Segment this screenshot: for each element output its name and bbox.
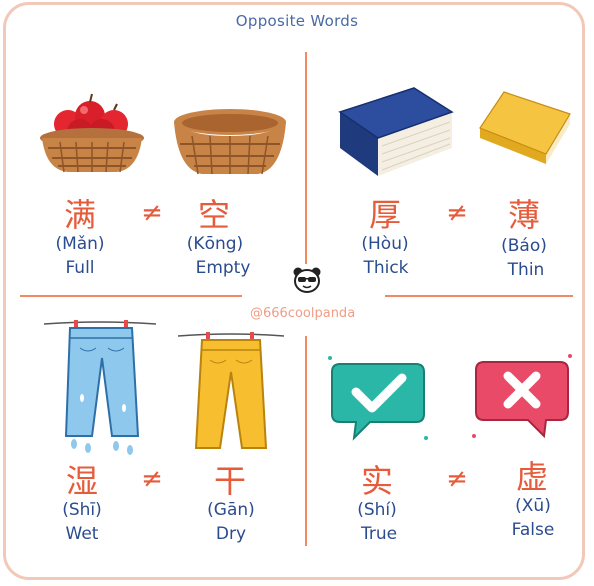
english-empty: Empty (195, 258, 251, 278)
pinyin-thick: (Hòu) (361, 234, 409, 254)
english-full: Full (65, 258, 95, 278)
pinyin-full: (Mǎn) (55, 234, 105, 254)
english-true: True (360, 524, 398, 544)
vertical-divider-bottom (305, 336, 307, 546)
english-dry: Dry (215, 524, 247, 544)
hanzi-thick: 厚 (368, 196, 401, 234)
pinyin-wet: (Shī) (62, 500, 102, 520)
cross-icon (472, 354, 572, 439)
hanzi-wet: 湿 (65, 462, 98, 500)
english-thin: Thin (507, 260, 545, 280)
dry-yellow-pants-image (177, 332, 285, 449)
pinyin-dry: (Gān) (207, 500, 255, 520)
hanzi-empty: 空 (197, 196, 230, 234)
basket-with-apples-image (40, 93, 144, 173)
english-thick: Thick (363, 258, 409, 278)
thin-yellow-book-image (479, 91, 571, 164)
wet-blue-jeans-image (43, 320, 157, 455)
not-equal-sign: ≠ (446, 198, 468, 228)
not-equal-sign: ≠ (141, 464, 163, 494)
page-title: Opposite Words (235, 12, 359, 30)
check-icon (328, 356, 428, 441)
pinyin-empty: (Kōng) (186, 234, 244, 254)
not-equal-sign: ≠ (446, 464, 468, 494)
english-wet: Wet (65, 524, 99, 544)
hanzi-true: 实 (360, 462, 393, 500)
hanzi-dry: 干 (213, 462, 246, 500)
hanzi-thin: 薄 (507, 196, 540, 234)
panda-icon (293, 267, 321, 293)
thick-blue-book-image (338, 87, 454, 176)
horizontal-divider-right (385, 295, 573, 297)
pinyin-thin: (Báo) (501, 236, 547, 256)
credit-handle: @666coolpanda (250, 306, 356, 321)
hanzi-full: 满 (63, 196, 96, 234)
not-equal-sign: ≠ (141, 198, 163, 228)
english-false: False (511, 520, 555, 540)
pinyin-false: (Xū) (515, 496, 551, 516)
horizontal-divider-left (20, 295, 242, 297)
vertical-divider-top (305, 52, 307, 264)
hanzi-false: 虚 (515, 458, 548, 496)
pinyin-true: (Shí) (357, 500, 397, 520)
empty-basket-image (174, 109, 286, 175)
